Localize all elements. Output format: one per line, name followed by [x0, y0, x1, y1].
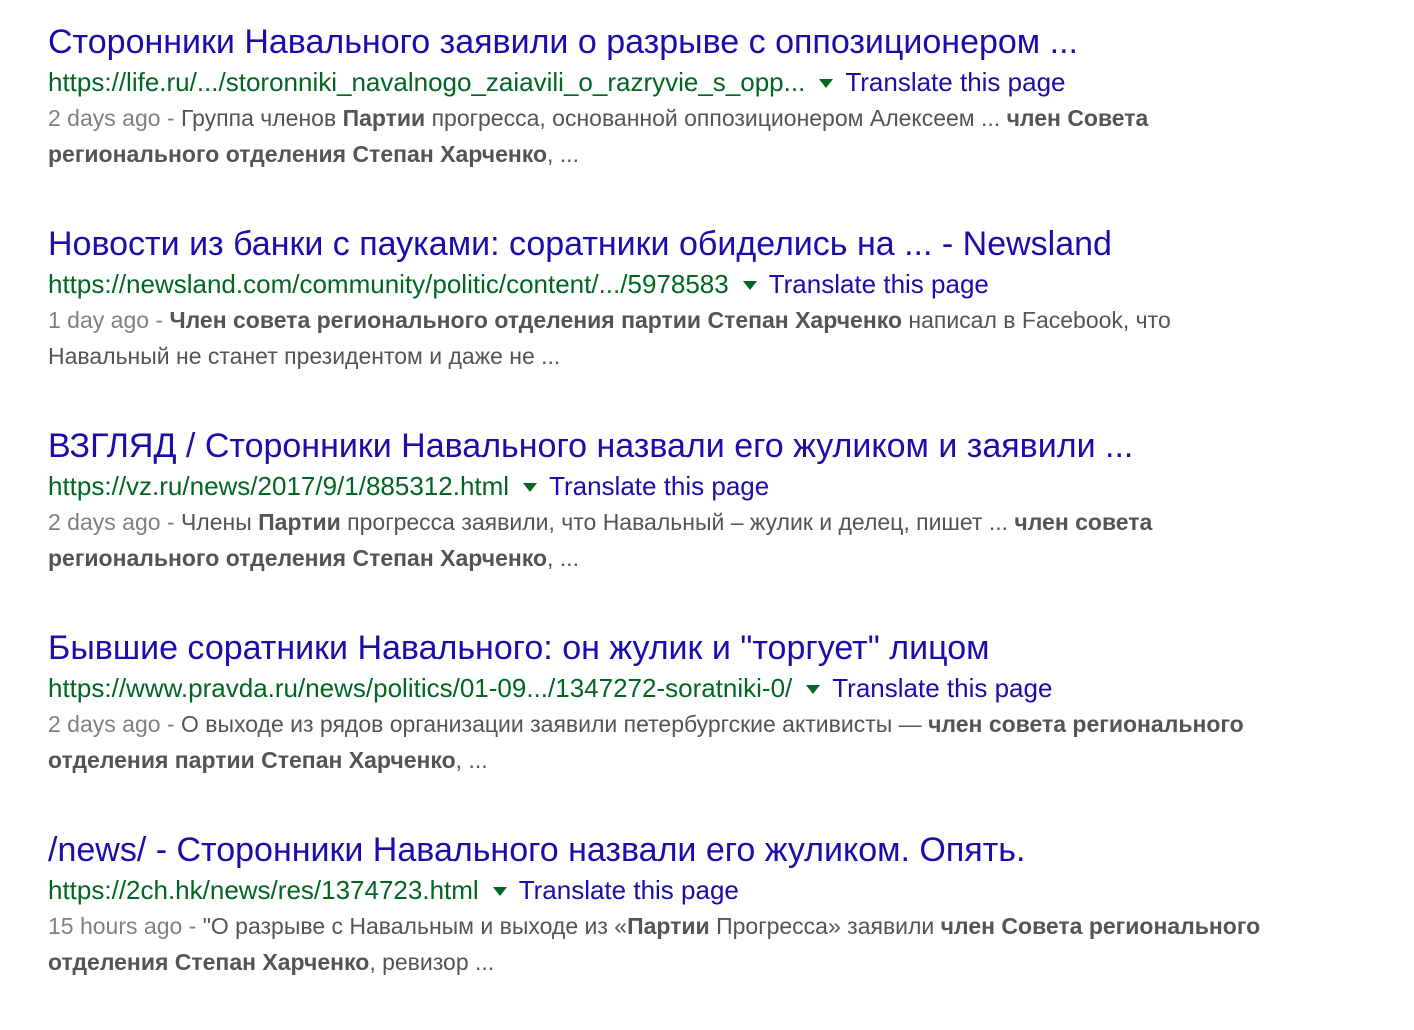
snippet-text: Прогресса» заявили: [709, 913, 941, 939]
result-date: 2 days ago -: [48, 105, 181, 131]
translate-link[interactable]: Translate this page: [519, 872, 739, 908]
search-result: Бывшие соратники Навального: он жулик и …: [48, 626, 1288, 828]
search-result: /news/ - Сторонники Навального назвали е…: [48, 828, 1288, 1030]
dropdown-arrow-icon[interactable]: [523, 482, 538, 492]
result-url: https://2ch.hk/news/res/1374723.html: [48, 875, 479, 905]
result-title-link[interactable]: /news/ - Сторонники Навального назвали е…: [48, 828, 1288, 872]
snippet-text: прогресса заявили, что Навальный – жулик…: [340, 509, 1015, 535]
result-url: https://vz.ru/news/2017/9/1/885312.html: [48, 471, 510, 501]
translate-link[interactable]: Translate this page: [769, 266, 989, 302]
result-title-link[interactable]: Новости из банки с пауками: соратники об…: [48, 222, 1288, 266]
snippet-text: "О разрыве с Навальным и выходе из «: [202, 913, 628, 939]
result-snippet: 2 days ago - Группа членов Партии прогре…: [48, 100, 1288, 172]
snippet-text: , ...: [547, 141, 579, 167]
result-snippet: 15 hours ago - "О разрыве с Навальным и …: [48, 908, 1288, 980]
snippet-text: Члены: [180, 509, 259, 535]
search-result: ВЗГЛЯД / Сторонники Навального назвали е…: [48, 424, 1288, 626]
snippet-text: , ревизор ...: [369, 949, 495, 975]
translate-link[interactable]: Translate this page: [549, 468, 769, 504]
snippet-text: Группа членов: [180, 105, 343, 131]
snippet-highlight: Партии: [258, 509, 341, 535]
result-url: https://newsland.com/community/politic/c…: [48, 269, 729, 299]
snippet-highlight: Партии: [342, 105, 426, 131]
result-url-line: https://life.ru/.../storonniki_navalnogo…: [48, 64, 1288, 100]
search-result: Новости из банки с пауками: соратники об…: [48, 222, 1288, 424]
result-snippet: 2 days ago - Члены Партии прогресса заяв…: [48, 504, 1288, 576]
result-date: 15 hours ago -: [48, 913, 203, 939]
dropdown-arrow-icon[interactable]: [806, 684, 821, 694]
result-url-line: https://vz.ru/news/2017/9/1/885312.html …: [48, 468, 1288, 504]
dropdown-arrow-icon[interactable]: [742, 280, 757, 290]
result-date: 2 days ago -: [48, 509, 181, 535]
result-date: 1 day ago -: [48, 307, 170, 333]
result-snippet: 1 day ago - Член совета регионального от…: [48, 302, 1288, 374]
snippet-highlight: Член совета регионального отделения парт…: [169, 307, 902, 333]
snippet-text: прогресса, основанной оппозиционером Але…: [425, 105, 1007, 131]
snippet-text: , ...: [455, 747, 488, 773]
snippet-text: , ...: [547, 545, 579, 571]
result-snippet: 2 days ago - О выходе из рядов организац…: [48, 706, 1288, 778]
result-date: 2 days ago -: [48, 711, 181, 737]
search-result: Сторонники Навального заявили о разрыве …: [48, 20, 1288, 222]
translate-link[interactable]: Translate this page: [832, 670, 1052, 706]
result-url-line: https://newsland.com/community/politic/c…: [48, 266, 1288, 302]
result-title-link[interactable]: Бывшие соратники Навального: он жулик и …: [48, 626, 1288, 670]
result-title-link[interactable]: ВЗГЛЯД / Сторонники Навального назвали е…: [48, 424, 1288, 468]
dropdown-arrow-icon[interactable]: [492, 886, 507, 896]
result-url: https://www.pravda.ru/news/politics/01-0…: [48, 673, 793, 703]
result-title-link[interactable]: Сторонники Навального заявили о разрыве …: [48, 20, 1288, 64]
snippet-highlight: Партии: [627, 913, 710, 939]
search-results-list: Сторонники Навального заявили о разрыве …: [48, 20, 1288, 1030]
result-url-line: https://www.pravda.ru/news/politics/01-0…: [48, 670, 1288, 706]
snippet-text: О выходе из рядов организации заявили пе…: [180, 711, 929, 737]
result-url: https://life.ru/.../storonniki_navalnogo…: [48, 67, 806, 97]
translate-link[interactable]: Translate this page: [845, 64, 1065, 100]
result-url-line: https://2ch.hk/news/res/1374723.html Tra…: [48, 872, 1288, 908]
dropdown-arrow-icon[interactable]: [819, 78, 834, 88]
